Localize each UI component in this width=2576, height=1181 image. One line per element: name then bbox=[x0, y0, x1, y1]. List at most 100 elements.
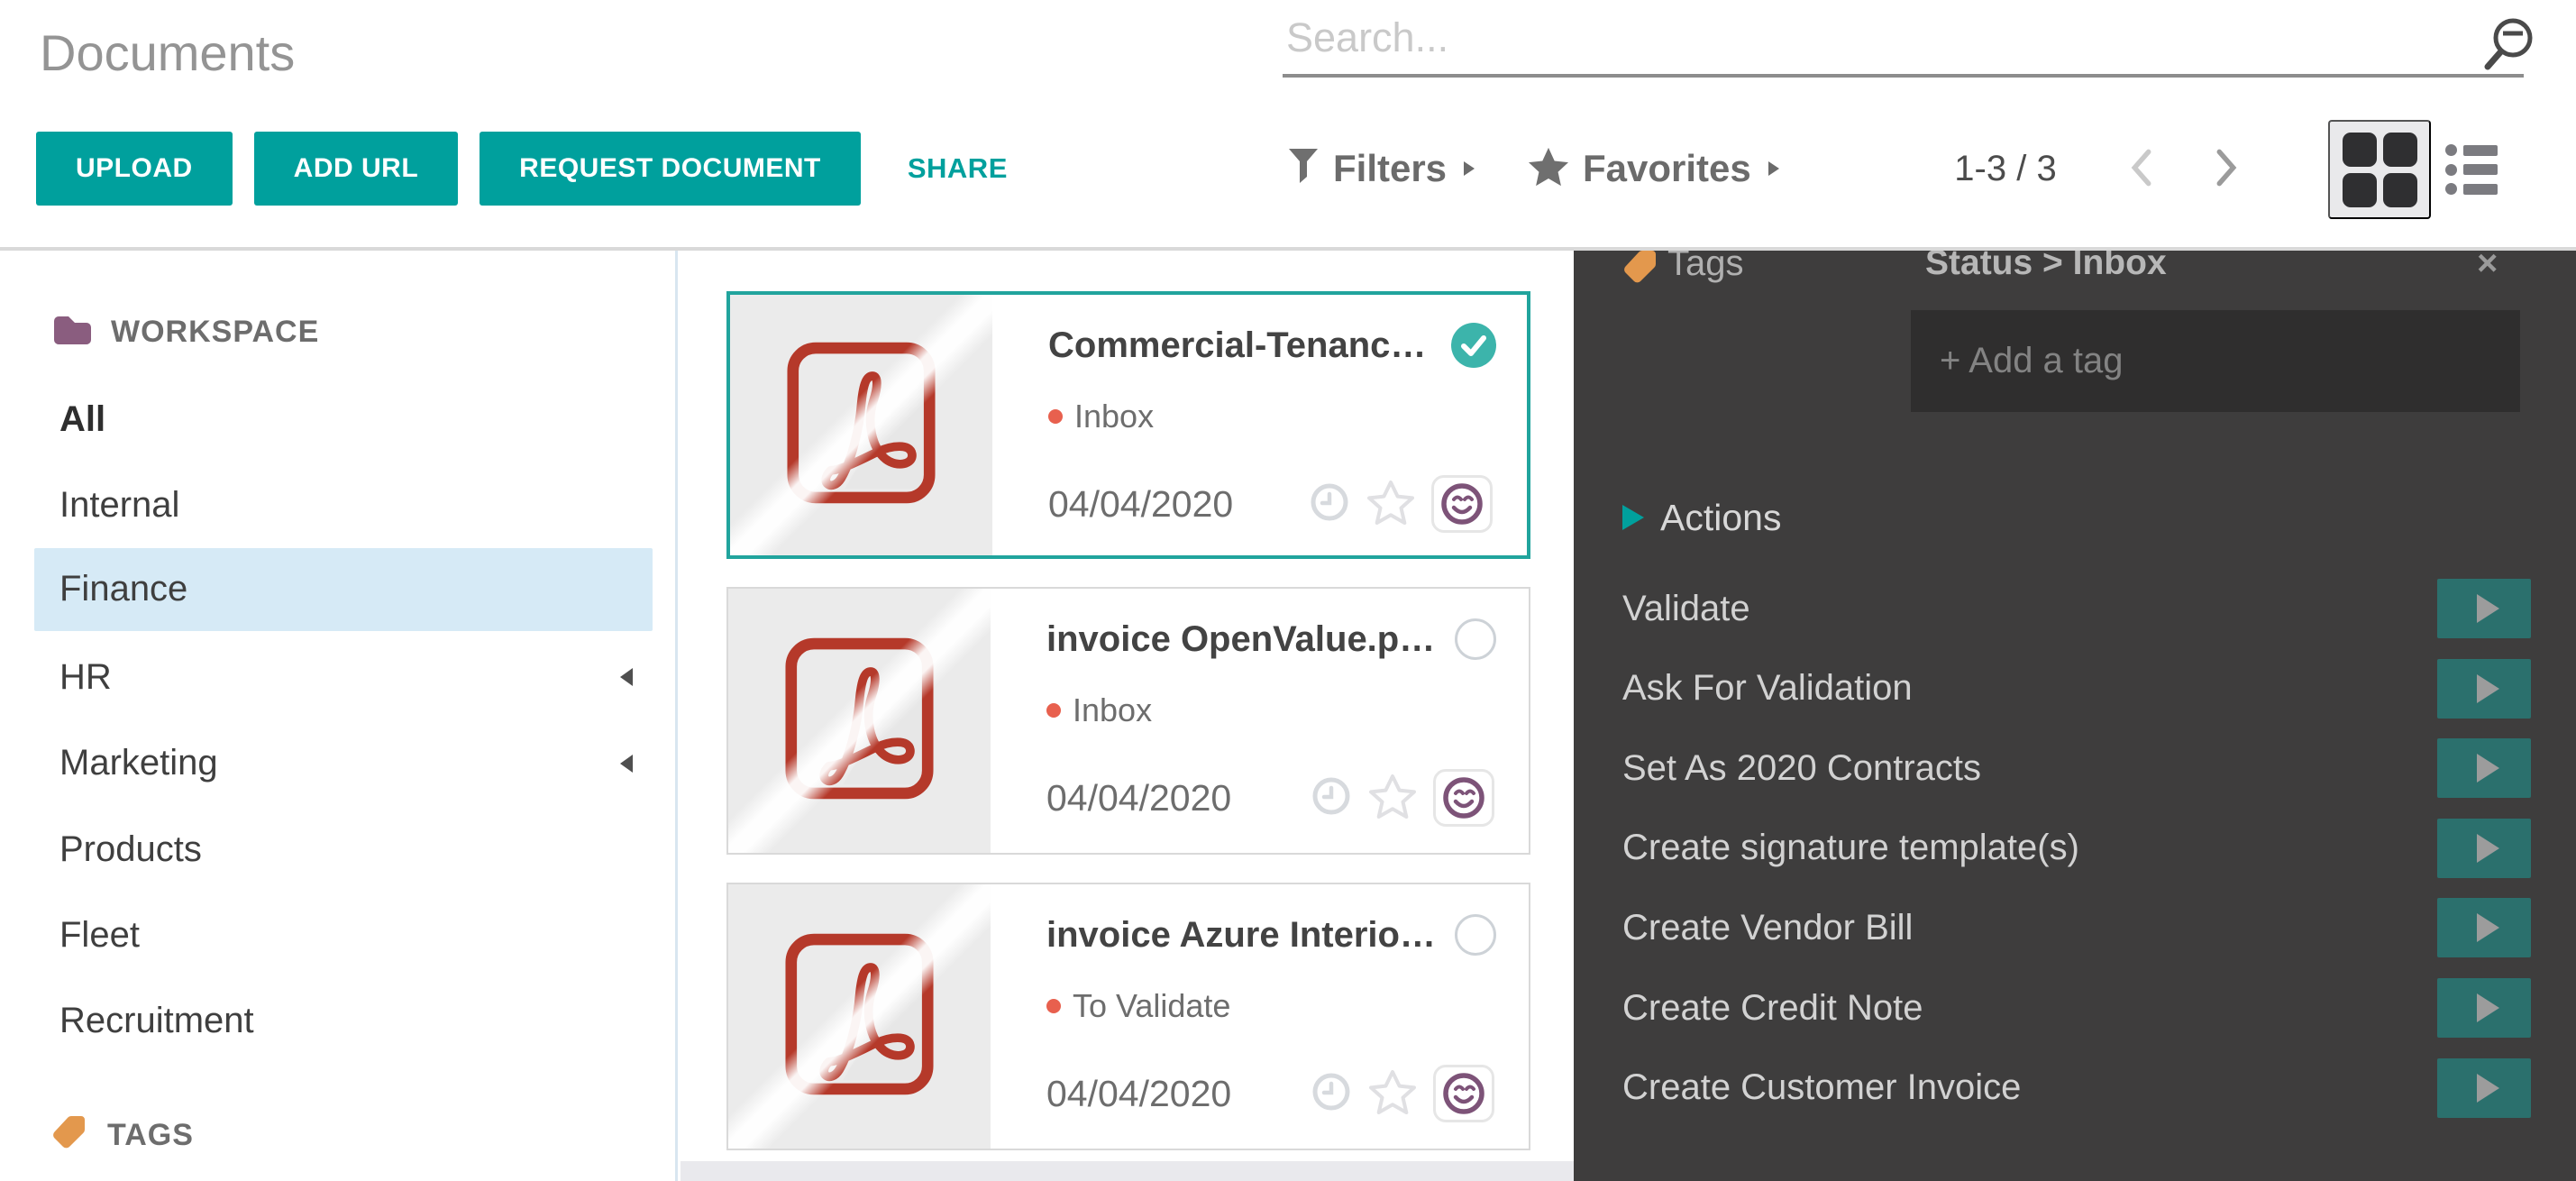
sidebar-item-products[interactable]: Products bbox=[34, 806, 653, 893]
chevron-right-icon bbox=[1768, 161, 1779, 176]
document-status: Inbox bbox=[1074, 398, 1154, 435]
request-document-button[interactable]: REQUEST DOCUMENT bbox=[480, 132, 861, 206]
list-view-toggle[interactable] bbox=[2445, 142, 2508, 197]
document-card[interactable]: Commercial-Tenanc…Inbox04/04/2020 bbox=[726, 291, 1530, 559]
remove-tag-button[interactable]: × bbox=[2477, 251, 2498, 284]
collapse-caret-icon[interactable] bbox=[620, 755, 633, 773]
sidebar-item-recruitment[interactable]: Recruitment bbox=[34, 978, 653, 1065]
document-card[interactable]: invoice OpenValue.p… Inbox 04/04/2020 bbox=[726, 587, 1530, 855]
list-view-icon bbox=[2445, 144, 2508, 156]
play-icon bbox=[2477, 834, 2499, 863]
sidebar-item-label: Marketing bbox=[59, 743, 218, 783]
sidebar-item-label: Finance bbox=[59, 569, 187, 609]
status-dot-icon bbox=[1046, 703, 1061, 718]
activity-clock-icon[interactable] bbox=[1311, 775, 1352, 821]
run-action-button[interactable] bbox=[2437, 659, 2531, 719]
avatar-smiley-button[interactable] bbox=[1433, 769, 1494, 827]
tags-section-label: TAGS bbox=[107, 1118, 194, 1153]
collapse-caret-icon[interactable] bbox=[620, 668, 633, 686]
sidebar-item-label: All bbox=[59, 399, 105, 440]
avatar-smiley-button[interactable] bbox=[1433, 1065, 1494, 1122]
sidebar-item-marketing[interactable]: Marketing bbox=[34, 720, 653, 807]
document-card[interactable]: invoice Azure Interio…To Validate04/04/2… bbox=[726, 883, 1530, 1150]
action-row: Set As 2020 Contracts bbox=[1622, 738, 2531, 798]
tag-icon bbox=[51, 1114, 87, 1157]
sidebar-item-finance[interactable]: Finance bbox=[34, 548, 653, 631]
filters-menu[interactable]: Filters bbox=[1287, 132, 1475, 206]
play-icon bbox=[2477, 594, 2499, 623]
grid-view-icon bbox=[2343, 133, 2417, 207]
control-panel: Documents UPLOAD ADD URL REQUEST DOCUMEN… bbox=[0, 0, 2576, 251]
favorites-menu[interactable]: Favorites bbox=[1528, 132, 1779, 206]
play-icon bbox=[2477, 674, 2499, 703]
play-icon bbox=[2477, 993, 2499, 1022]
workspace-sidebar: WORKSPACE All Internal Finance HR Marketing P… bbox=[0, 251, 678, 1181]
avatar-smiley-button[interactable] bbox=[1431, 475, 1493, 533]
status-dot-icon bbox=[1046, 999, 1061, 1013]
tags-row: Tags Status > Inbox × bbox=[1574, 251, 2576, 287]
favorites-star-icon bbox=[1528, 147, 1569, 191]
add-url-button[interactable]: ADD URL bbox=[254, 132, 459, 206]
play-icon bbox=[2477, 1074, 2499, 1103]
selected-check-icon[interactable] bbox=[1451, 323, 1496, 368]
run-action-button[interactable] bbox=[2437, 819, 2531, 878]
actions-section-label: Actions bbox=[1660, 497, 1781, 539]
sidebar-item-fleet[interactable]: Fleet bbox=[34, 892, 653, 978]
pager-previous-button[interactable] bbox=[2120, 144, 2163, 191]
pdf-file-icon bbox=[785, 636, 934, 805]
sidebar-item-label: Fleet bbox=[59, 915, 140, 956]
select-record-circle[interactable] bbox=[1455, 618, 1496, 660]
run-action-button[interactable] bbox=[2437, 978, 2531, 1038]
action-label: Create Customer Invoice bbox=[1622, 1067, 2021, 1108]
run-action-button[interactable] bbox=[2437, 579, 2531, 638]
status-row: Inbox bbox=[1046, 691, 1152, 729]
primary-actions: UPLOAD ADD URL REQUEST DOCUMENT SHARE bbox=[36, 132, 1008, 206]
selected-tag-chip[interactable]: Status > Inbox bbox=[1925, 251, 2167, 283]
add-tag-input[interactable] bbox=[1911, 310, 2520, 412]
tags-field-label: Tags bbox=[1667, 251, 1744, 284]
tag-icon bbox=[1622, 251, 1658, 291]
search-input[interactable] bbox=[1283, 7, 2524, 78]
activity-clock-icon[interactable] bbox=[1311, 1071, 1352, 1117]
pager-range: 1-3 / 3 bbox=[1929, 132, 2082, 206]
document-status: Inbox bbox=[1073, 691, 1152, 729]
run-action-button[interactable] bbox=[2437, 898, 2531, 957]
action-label: Create signature template(s) bbox=[1622, 828, 2079, 868]
documents-app: Documents UPLOAD ADD URL REQUEST DOCUMEN… bbox=[0, 0, 2576, 1181]
search-icon[interactable] bbox=[2480, 13, 2536, 84]
favorite-star-icon[interactable] bbox=[1369, 774, 1416, 823]
sidebar-item-label: HR bbox=[59, 657, 112, 698]
status-dot-icon bbox=[1048, 409, 1063, 424]
document-title: invoice OpenValue.p… bbox=[1046, 619, 1434, 660]
pager-next-button[interactable] bbox=[2205, 144, 2248, 191]
pdf-file-icon bbox=[787, 341, 936, 509]
favorite-star-icon[interactable] bbox=[1369, 1069, 1416, 1119]
play-icon bbox=[2477, 913, 2499, 942]
sidebar-item-label: Internal bbox=[59, 485, 179, 526]
sidebar-item-internal[interactable]: Internal bbox=[34, 462, 653, 548]
action-row: Ask For Validation bbox=[1622, 659, 2531, 719]
play-icon bbox=[2477, 754, 2499, 783]
action-row: Create Customer Invoice bbox=[1622, 1058, 2531, 1118]
favorite-star-icon[interactable] bbox=[1367, 480, 1414, 529]
select-record-circle[interactable] bbox=[1455, 914, 1496, 956]
document-title: invoice Azure Interio… bbox=[1046, 915, 1434, 956]
workspace-section-header: WORKSPACE bbox=[0, 288, 678, 375]
tags-section-header: TAGS bbox=[0, 1092, 678, 1178]
sidebar-item-all[interactable]: All bbox=[34, 376, 653, 462]
pdf-thumbnail bbox=[728, 589, 991, 853]
sidebar-item-hr[interactable]: HR bbox=[34, 634, 653, 720]
pdf-file-icon bbox=[785, 932, 934, 1101]
play-icon bbox=[1622, 505, 1644, 530]
document-date: 04/04/2020 bbox=[1046, 1073, 1231, 1115]
document-date: 04/04/2020 bbox=[1046, 777, 1231, 819]
upload-button[interactable]: UPLOAD bbox=[36, 132, 233, 206]
action-label: Create Credit Note bbox=[1622, 988, 1923, 1029]
kanban-view-toggle[interactable] bbox=[2328, 120, 2431, 219]
sidebar-item-label: Products bbox=[59, 829, 202, 870]
action-label: Validate bbox=[1622, 589, 1750, 629]
share-button[interactable]: SHARE bbox=[908, 132, 1008, 206]
activity-clock-icon[interactable] bbox=[1309, 481, 1350, 527]
run-action-button[interactable] bbox=[2437, 1058, 2531, 1118]
run-action-button[interactable] bbox=[2437, 738, 2531, 798]
